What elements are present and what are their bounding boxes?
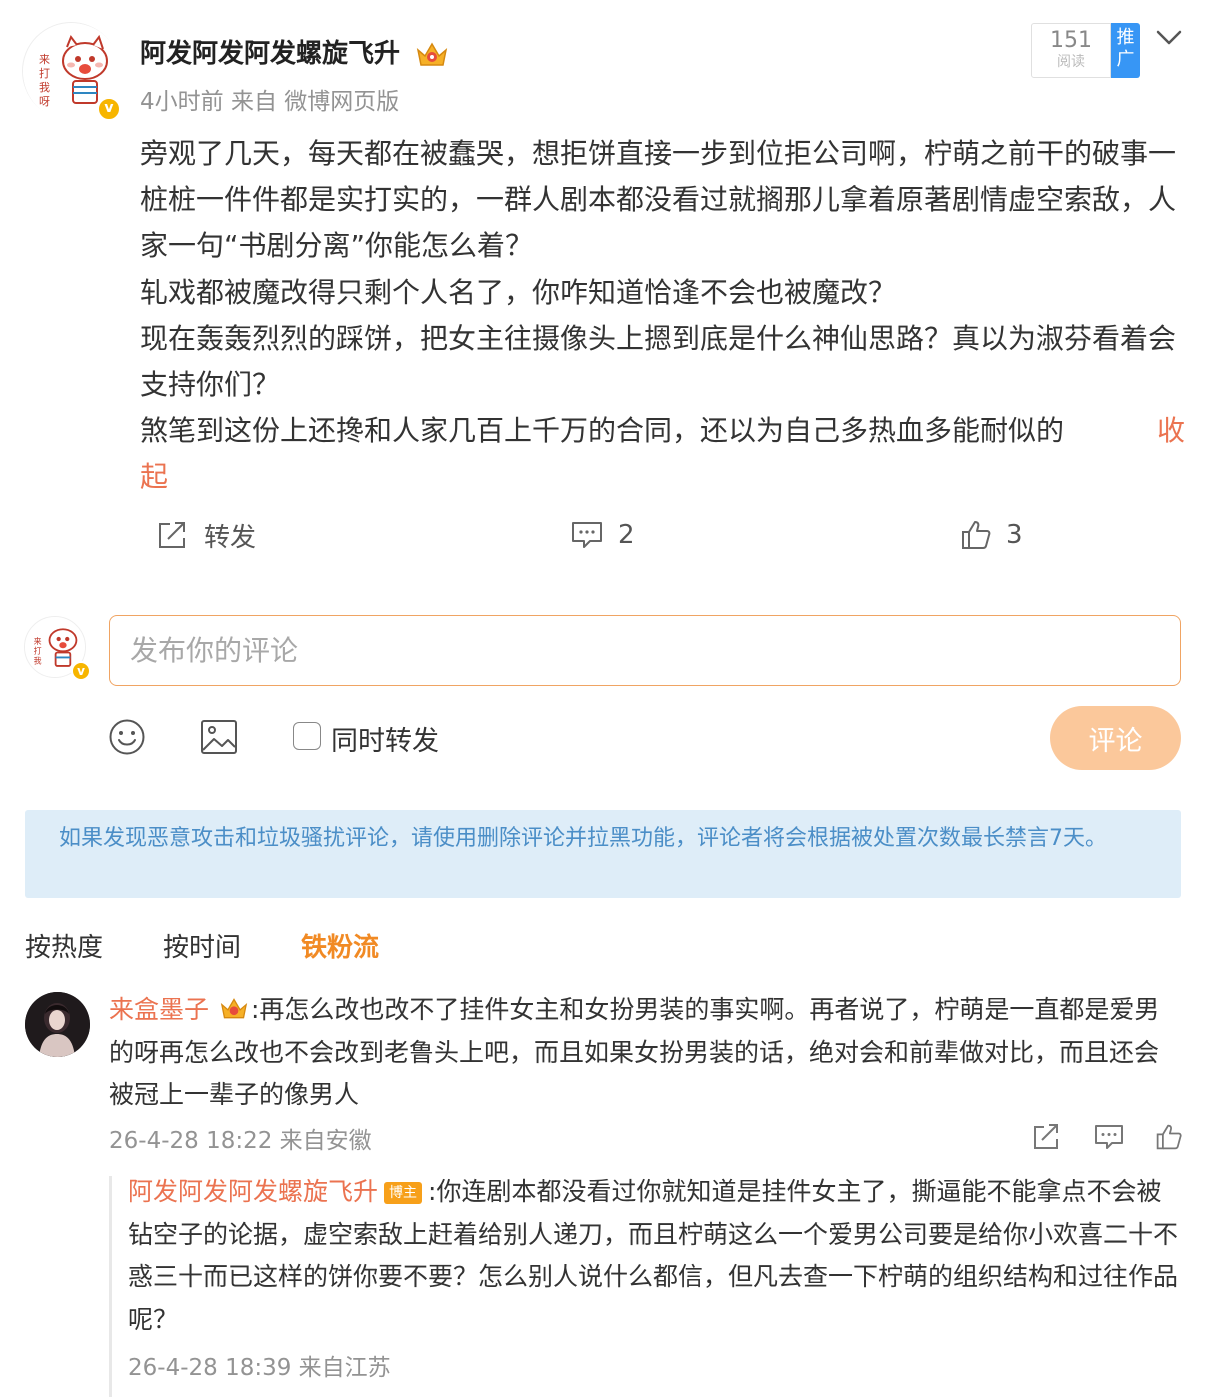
comment-icon [572,522,602,548]
svg-text:呀: 呀 [39,95,50,108]
repost-also-label: 同时转发 [331,726,439,757]
post-author-name[interactable]: 阿发阿发阿发螺旋飞升 [140,33,449,70]
reply-author-name[interactable]: 阿发阿发阿发螺旋飞升 [128,1177,378,1206]
post-time-source: 4小时前 来自 微博网页版 [140,89,400,115]
comment-content: 来盒墨子 :再怎么改也改不了挂件女主和女扮男装的事实啊。再者说了，柠萌是一直都是… [109,989,1174,1117]
comment-text: :再怎么改也改不了挂件女主和女扮男装的事实啊。再者说了，柠萌是一直都是爱男的呀再… [109,995,1160,1109]
author-name-text[interactable]: 阿发阿发阿发螺旋飞升 [140,39,400,69]
verified-badge-icon: v [71,661,91,681]
portrait-avatar-image [25,992,90,1057]
tab-fans[interactable]: 铁粉流 [301,927,379,964]
comment-count: 2 [618,520,635,550]
tab-time[interactable]: 按时间 [163,927,241,964]
promote-button[interactable]: 推广 [1111,23,1140,78]
post-paragraph: 轧戏都被魔改得只剩个人名了，你咋知道恰逢不会也被魔改？ [140,275,897,309]
svg-text:我: 我 [39,81,50,94]
host-badge: 博主 [384,1182,423,1204]
chevron-down-icon[interactable] [1155,28,1183,48]
like-icon[interactable] [1154,1123,1184,1151]
like-action[interactable]: 3 [960,515,1023,555]
collapse-link[interactable]: 收 [1157,408,1185,454]
reply-meta: 26-4-28 18:39 来自江苏 [128,1355,391,1381]
post-paragraph-text: 煞笔到这份上还搀和人家几百上千万的合同，还以为自己多热血多能耐似的 [140,414,1065,448]
moderation-notice: 如果发现恶意攻击和垃圾骚扰评论，请使用删除评论并拉黑功能，评论者将会根据被处置次… [25,810,1181,898]
emoji-icon[interactable] [108,718,146,756]
comment-action[interactable]: 2 [570,515,635,555]
like-icon [962,521,991,549]
crown-icon [416,42,448,66]
reply-content: 阿发阿发阿发螺旋飞升 博主:你连剧本都没看过你就知道是挂件女主了，撕逼能不能拿点不… [128,1171,1178,1341]
svg-text:来: 来 [34,637,42,646]
repost-icon [159,522,185,548]
post-paragraph-last: 煞笔到这份上还搀和人家几百上千万的合同，还以为自己多热血多能耐似的 收 [140,408,1185,454]
comment-icon[interactable] [1094,1123,1124,1151]
read-count-box: 151 阅读 [1031,23,1111,78]
repost-action[interactable]: 转发 [156,515,256,555]
svg-text:我: 我 [34,656,42,666]
post-paragraph: 现在轰轰烈烈的踩饼，把女主往摄像头上摁到底是什么神仙思路？真以为淑芬看着会支持你… [140,321,1177,402]
svg-text:打: 打 [34,646,42,656]
svg-text:打: 打 [39,66,50,80]
image-icon[interactable] [200,718,238,756]
post-body: 旁观了几天，每天都在被蠢哭，想拒饼直接一步到位拒公司啊，柠萌之前干的破事一桩桩一… [140,131,1185,501]
share-icon[interactable] [1032,1123,1062,1151]
svg-text:来: 来 [39,53,50,66]
collapse-link-tail[interactable]: 起 [140,460,168,493]
submit-comment-button[interactable]: 评论 [1050,706,1181,770]
commenter-avatar[interactable] [25,992,90,1057]
read-label: 阅读 [1057,54,1085,70]
tab-hot[interactable]: 按热度 [25,927,103,964]
current-user-avatar: 来 打 我 v [24,616,91,681]
comment-input[interactable] [109,615,1181,686]
verified-badge-icon: v [97,97,121,121]
like-count: 3 [1006,520,1023,550]
reply-thread-line [109,1176,112,1397]
post-paragraph: 旁观了几天，每天都在被蠢哭，想拒饼直接一步到位拒公司啊，柠萌之前干的破事一桩桩一… [140,137,1177,263]
repost-also-checkbox[interactable] [293,722,321,750]
repost-label: 转发 [204,522,257,553]
comment-meta: 26-4-28 18:22 来自安徽 [109,1128,372,1154]
commenter-name[interactable]: 来盒墨子 [109,995,209,1024]
read-count: 151 [1050,28,1092,53]
crown-icon [220,998,248,1019]
author-avatar[interactable]: 来 打 我 呀 v [22,22,121,121]
